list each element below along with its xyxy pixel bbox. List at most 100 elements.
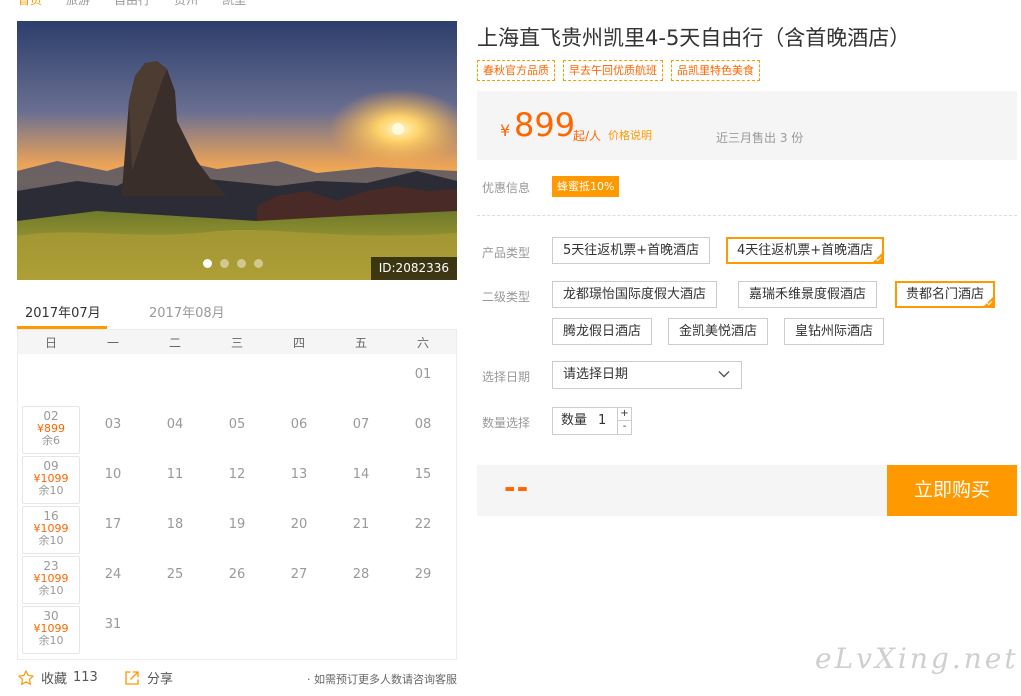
stepper-buttons: + - — [617, 408, 631, 434]
date-select-value: 请选择日期 — [563, 367, 629, 382]
day-number: 26 — [228, 567, 246, 582]
day-number: 03 — [104, 417, 122, 432]
day-stock: 余10 — [38, 534, 64, 547]
day-number: 28 — [352, 567, 370, 582]
weekday-label: 四 — [292, 336, 305, 350]
calendar-day-available[interactable]: 02 ¥899 余6 — [22, 406, 80, 454]
sub-type-option[interactable]: 皇钻州际酒店 — [784, 318, 885, 345]
site-watermark: eLvXing.net — [815, 642, 1019, 675]
price-unit: 起/人 — [573, 129, 602, 143]
calendar-day: 31 — [84, 606, 142, 654]
calendar-day: 04 — [146, 406, 204, 454]
quantity-prefix: 数量 — [561, 413, 588, 428]
product-hero-image[interactable]: ID:2082336 — [17, 21, 457, 280]
breadcrumb: 首页 旅游 自由行 贵州 凯里 — [18, 0, 246, 8]
sub-type-option[interactable]: 龙都璟怡国际度假大酒店 — [552, 281, 718, 308]
promo-label: 优惠信息 — [482, 181, 531, 195]
day-stock: 余6 — [42, 434, 60, 447]
share-button[interactable]: 分享 — [123, 668, 173, 687]
day-stock: 余10 — [38, 484, 64, 497]
sub-type-option[interactable]: 金凯美悦酒店 — [668, 318, 769, 345]
buy-now-button[interactable]: 立即购买 — [887, 465, 1017, 516]
carousel-dot[interactable] — [254, 259, 263, 268]
calendar-day-available[interactable]: 23 ¥1099 余10 — [22, 556, 80, 604]
calendar-day: 21 — [332, 506, 390, 554]
day-number: 01 — [414, 367, 432, 382]
calendar-day: 08 — [394, 406, 452, 454]
favorite-button[interactable]: 收藏 113 — [17, 668, 98, 687]
share-icon — [125, 670, 139, 685]
calendar-day: 03 — [84, 406, 142, 454]
quantity-label: 数量选择 — [482, 416, 531, 430]
section-divider — [477, 215, 1017, 216]
weekday-label: 五 — [354, 336, 367, 350]
day-stock: 余10 — [38, 584, 64, 597]
favorite-label: 收藏 — [41, 672, 68, 687]
price-explain-link[interactable]: 价格说明 — [608, 127, 652, 143]
day-number: 30 — [43, 609, 59, 623]
feature-tag: 品凯里特色美食 — [671, 60, 760, 81]
day-number: 12 — [228, 467, 246, 482]
day-number: 14 — [352, 467, 370, 482]
sub-type-option[interactable]: 嘉瑞禾维景度假酒店 — [738, 281, 878, 308]
calendar-day: 11 — [146, 456, 204, 504]
calendar-day: 10 — [84, 456, 142, 504]
date-select[interactable]: 请选择日期 — [552, 361, 742, 389]
price-amount: 899 — [514, 106, 576, 144]
calendar-day: 27 — [270, 556, 328, 604]
calendar-day: 26 — [208, 556, 266, 604]
carousel-dot[interactable] — [237, 259, 246, 268]
calendar-day: 05 — [208, 406, 266, 454]
group-booking-note: · 如需预订更多人数请咨询客服 — [307, 673, 457, 686]
active-tab-indicator — [17, 326, 107, 329]
day-number: 25 — [166, 567, 184, 582]
sub-type-option-selected[interactable]: 贵都名门酒店 — [895, 281, 996, 308]
calendar-day-available[interactable]: 16 ¥1099 余10 — [22, 506, 80, 554]
breadcrumb-item[interactable]: 贵州 — [174, 0, 198, 8]
day-number: 23 — [43, 559, 59, 573]
day-number: 15 — [414, 467, 432, 482]
day-number: 10 — [104, 467, 122, 482]
increment-button[interactable]: + — [618, 408, 631, 421]
day-number: 22 — [414, 517, 432, 532]
breadcrumb-item[interactable]: 旅游 — [66, 0, 90, 8]
calendar-day: 01 — [394, 356, 452, 404]
calendar-day: 17 — [84, 506, 142, 554]
feature-tag: 早去午回优质航班 — [563, 60, 663, 81]
calendar-day: 24 — [84, 556, 142, 604]
calendar-day: 15 — [394, 456, 452, 504]
promo-badge: 蜂蜜抵10% — [552, 176, 620, 197]
calendar-weekday-header: 日 一 二 三 四 五 六 — [18, 330, 456, 354]
feature-tag: 春秋官方品质 — [477, 60, 555, 81]
date-label: 选择日期 — [482, 370, 531, 384]
calendar-month-tabs: 2017年07月 2017年08月 — [17, 296, 457, 330]
calendar-day-available[interactable]: 30 ¥1099 余10 — [22, 606, 80, 654]
tab-month-august[interactable]: 2017年08月 — [149, 302, 225, 321]
day-number: 16 — [43, 509, 59, 523]
breadcrumb-item[interactable]: 首页 — [18, 0, 42, 8]
product-title: 上海直飞贵州凯里4-5天自由行（含首晚酒店） — [477, 26, 911, 50]
calendar-day: 06 — [270, 406, 328, 454]
sub-type-option[interactable]: 腾龙假日酒店 — [552, 318, 653, 345]
quantity-value[interactable]: 1 — [598, 408, 606, 434]
tab-month-july[interactable]: 2017年07月 — [25, 302, 101, 321]
calendar-day: 12 — [208, 456, 266, 504]
product-type-option-selected[interactable]: 4天往返机票+首晚酒店 — [726, 237, 885, 264]
calendar-day-available[interactable]: 09 ¥1099 余10 — [22, 456, 80, 504]
product-tags: 春秋官方品质 早去午回优质航班 品凯里特色美食 — [477, 60, 760, 81]
carousel-dot[interactable] — [220, 259, 229, 268]
calendar-day: 14 — [332, 456, 390, 504]
weekday-label: 二 — [168, 336, 181, 350]
breadcrumb-item[interactable]: 自由行 — [114, 0, 150, 8]
checkout-bar: -- 立即购买 — [477, 465, 1017, 516]
breadcrumb-item[interactable]: 凯里 — [222, 0, 246, 8]
calendar-day: 25 — [146, 556, 204, 604]
decrement-button[interactable]: - — [618, 421, 631, 434]
day-number: 18 — [166, 517, 184, 532]
carousel-dot[interactable] — [203, 259, 212, 268]
calendar-day: 28 — [332, 556, 390, 604]
favorite-count: 113 — [73, 670, 98, 685]
day-number: 31 — [104, 617, 122, 632]
product-type-option[interactable]: 5天往返机票+首晚酒店 — [552, 237, 711, 264]
weekday-label: 六 — [416, 336, 429, 350]
